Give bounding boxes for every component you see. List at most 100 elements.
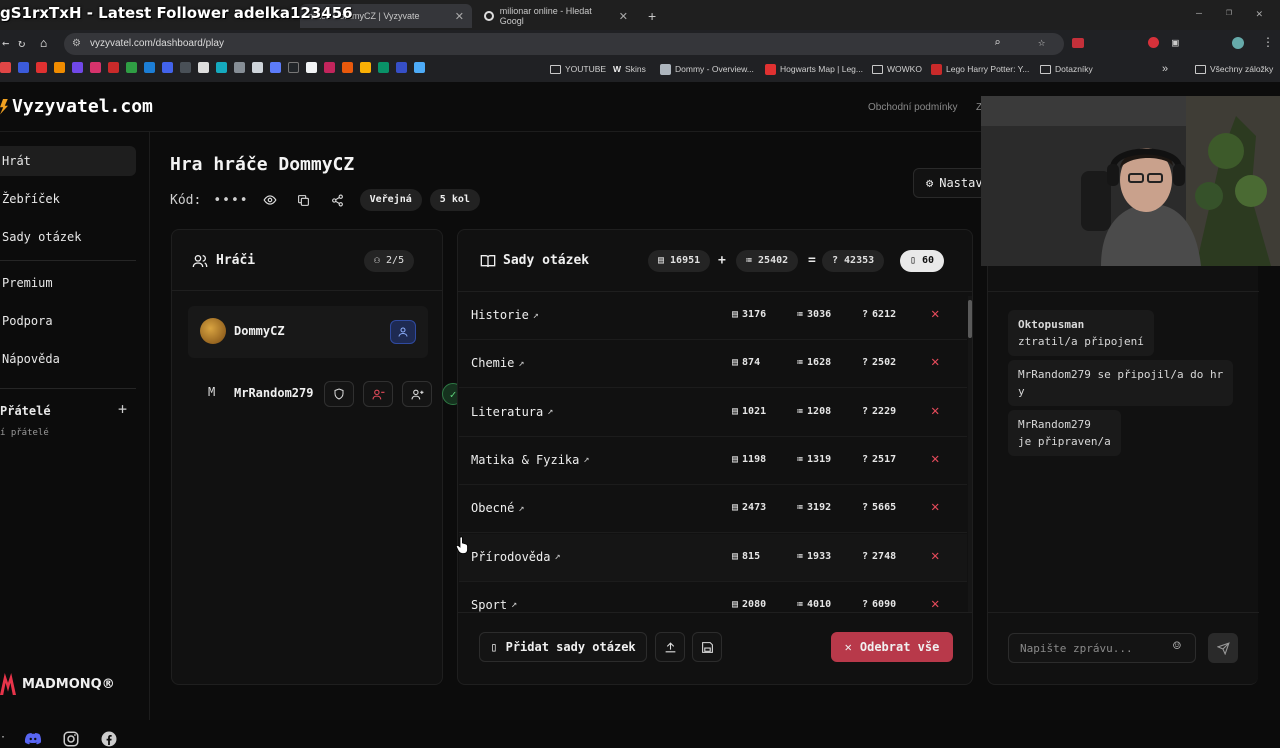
x-icon[interactable]: · [0,732,6,743]
site-info-icon[interactable]: ⚙ [72,33,81,55]
share-icon[interactable] [331,194,344,207]
bookmark-favicon[interactable] [288,62,299,73]
bookmark-favicon[interactable] [36,62,47,73]
question-set-name-link[interactable]: Obecné ↗ [471,501,524,515]
bookmark-favicon[interactable] [396,62,407,73]
bookmark-favicon[interactable] [378,62,389,73]
bookmark-favicon[interactable] [342,62,353,73]
discord-icon[interactable] [24,730,42,748]
eye-icon[interactable] [263,193,277,207]
star-icon[interactable]: ☆ [1038,35,1045,49]
question-set-name-link[interactable]: Přírodověda ↗ [471,550,561,564]
chat-input[interactable]: Napište zprávu... ☺ [1008,633,1196,663]
bookmark-favicon[interactable] [144,62,155,73]
brand-logo[interactable]: Vyzyvatel.com [0,96,153,117]
bookmark-favicon[interactable] [0,62,11,73]
external-link-icon[interactable]: ↗ [547,406,553,417]
back-icon[interactable]: ← [2,36,9,50]
terms-link[interactable]: Obchodní podmínky [868,102,958,113]
instagram-icon[interactable] [62,730,80,748]
close-tab-icon[interactable]: ✕ [619,10,628,23]
add-friend-icon[interactable]: + [118,400,127,418]
sponsor-logo[interactable]: MADMONQ® [0,673,115,695]
bookmark-favicon[interactable] [252,62,263,73]
bookmark-favicon[interactable] [72,62,83,73]
copy-icon[interactable] [297,194,310,207]
send-button[interactable] [1208,633,1238,663]
question-set-row[interactable]: Obecné ↗ ▤ 2473 ≔ 3192? 5665 ✕ [459,485,967,534]
emoji-icon[interactable]: ☺ [1173,639,1181,654]
bookmark-all[interactable]: Všechny záložky [1195,58,1273,80]
question-set-name-link[interactable]: Literatura ↗ [471,405,553,419]
close-window-icon[interactable]: ✕ [1256,7,1263,20]
tab-google[interactable]: milionar online - Hledat Googl ✕ [476,4,636,28]
url-field[interactable]: ⚙ vyzyvatel.com/dashboard/play [64,33,1064,55]
browser-menu-icon[interactable]: ⋮ [1262,35,1274,49]
make-moderator-button[interactable] [324,381,354,407]
sidebar-item-help[interactable]: Nápověda [0,344,136,374]
bookmark-favicon[interactable] [360,62,371,73]
sidebar-item-question-sets[interactable]: Sady otázek [0,222,136,252]
scrollbar-track[interactable] [968,296,972,612]
bookmark-youtube[interactable]: YOUTUBE [550,58,606,80]
question-set-row[interactable]: Chemie ↗ ▤ 874 ≔ 1628? 2502 ✕ [459,340,967,389]
bookmark-favicon[interactable] [324,62,335,73]
bookmark-favicon[interactable] [108,62,119,73]
external-link-icon[interactable]: ↗ [583,454,589,465]
bookmark-favicon[interactable] [270,62,281,73]
more-bookmarks-icon[interactable]: » [1162,58,1168,80]
question-set-name-link[interactable]: Historie ↗ [471,308,539,322]
external-link-icon[interactable]: ↗ [511,599,517,610]
minimize-icon[interactable]: — [1196,8,1202,19]
bookmark-favicon[interactable] [306,62,317,73]
bookmark-wowko[interactable]: WOWKO [872,58,922,80]
question-set-row[interactable]: Literatura ↗ ▤ 1021 ≔ 1208? 2229 ✕ [459,389,967,437]
home-icon[interactable]: ⌂ [40,36,47,50]
external-link-icon[interactable]: ↗ [554,551,560,562]
bookmark-favicon[interactable] [234,62,245,73]
profile-avatar[interactable] [1232,37,1244,49]
question-set-name-link[interactable]: Chemie ↗ [471,356,524,370]
sidebar-item-leaderboard[interactable]: Žebříček [0,184,136,214]
new-tab-button[interactable]: + [640,4,660,28]
remove-set-icon[interactable]: ✕ [931,596,939,612]
reload-icon[interactable]: ↻ [18,36,25,50]
bookmark-favicon[interactable] [162,62,173,73]
bookmark-favicon[interactable] [90,62,101,73]
bookmark-lego[interactable]: Lego Harry Potter: Y... [931,58,1029,80]
remove-set-icon[interactable]: ✕ [931,548,939,564]
sidebar-item-support[interactable]: Podpora [0,306,136,336]
bookmark-skins[interactable]: W Skins [613,58,646,80]
question-set-row[interactable]: Přírodověda ↗ ▤ 815 ≔ 1933? 2748 ✕ [459,533,967,582]
remove-set-icon[interactable]: ✕ [931,306,939,322]
sidebar-item-play[interactable]: Hrát [0,146,136,176]
bookmark-favicon[interactable] [18,62,29,73]
external-link-icon[interactable]: ↗ [518,358,524,369]
kick-player-button[interactable] [363,381,393,407]
sidebar-item-premium[interactable]: Premium [0,268,136,298]
close-tab-icon[interactable]: ✕ [455,10,464,23]
save-button[interactable] [692,632,722,662]
add-question-sets-button[interactable]: ▯ Přidat sady otázek [479,632,647,662]
bookmark-dommy[interactable]: Dommy - Overview... [660,58,754,80]
bookmark-dotazniky[interactable]: Dotazníky [1040,58,1093,80]
facebook-icon[interactable] [100,730,118,748]
adblock-extension-icon[interactable] [1072,38,1084,48]
bookmark-hogwarts[interactable]: Hogwarts Map | Leg... [765,58,863,80]
question-set-name-link[interactable]: Matika & Fyzika ↗ [471,453,589,467]
bookmark-favicon[interactable] [126,62,137,73]
record-extension-icon[interactable] [1148,37,1159,48]
question-set-row[interactable]: Historie ↗ ▤ 3176 ≔ 3036? 6212 ✕ [459,292,967,340]
question-set-row[interactable]: Sport ↗ ▤ 2080 ≔ 4010? 6090 ✕ [459,582,967,612]
remove-set-icon[interactable]: ✕ [931,354,939,370]
remove-set-icon[interactable]: ✕ [931,403,939,419]
bookmark-favicon[interactable] [198,62,209,73]
add-friend-button[interactable] [402,381,432,407]
external-link-icon[interactable]: ↗ [518,503,524,514]
bookmark-favicon[interactable] [414,62,425,73]
external-link-icon[interactable]: ↗ [533,310,539,321]
extensions-icon[interactable]: ▣ [1172,36,1179,49]
question-set-name-link[interactable]: Sport ↗ [471,598,517,612]
maximize-icon[interactable]: ❐ [1226,7,1232,18]
bookmark-favicon[interactable] [180,62,191,73]
